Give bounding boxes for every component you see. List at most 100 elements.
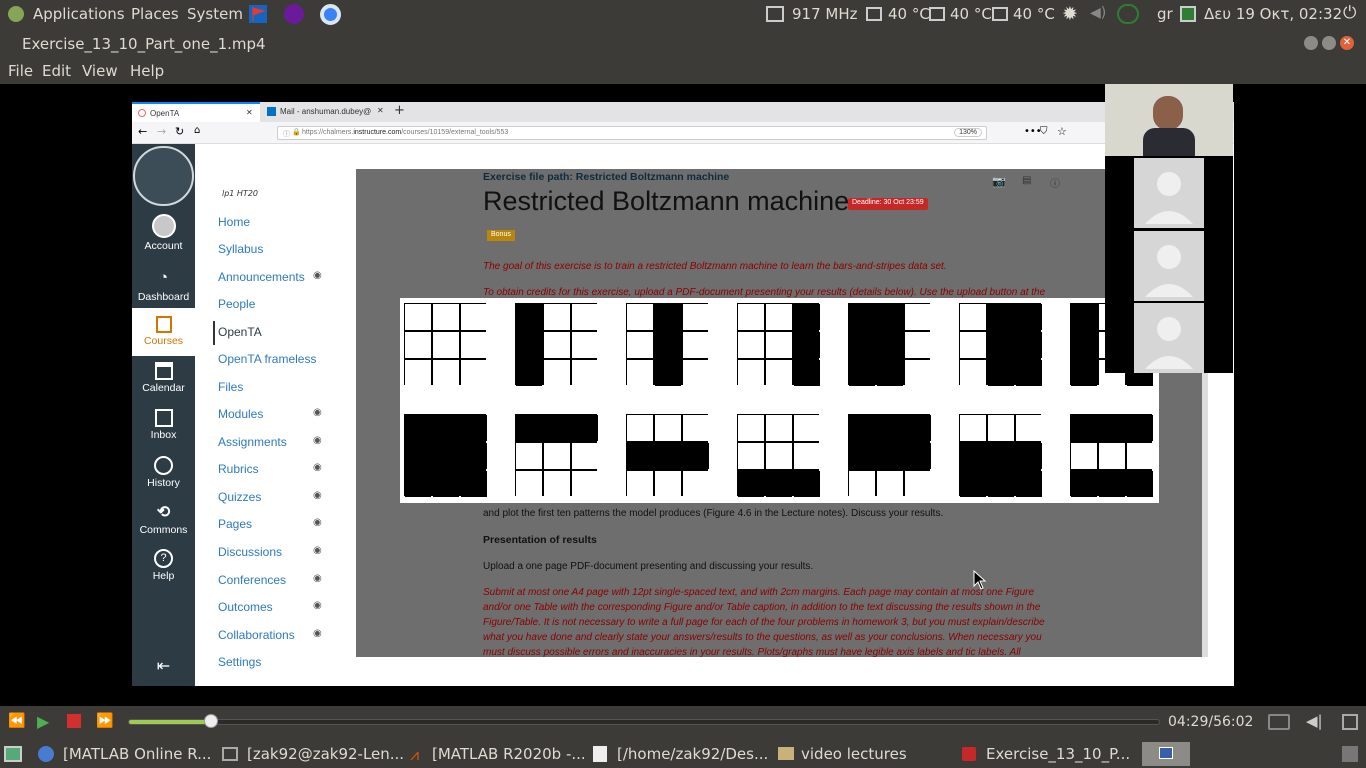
tab-mail[interactable]: Mail - anshuman.dubey@ ✕ <box>262 102 390 122</box>
trash-icon[interactable] <box>1342 746 1358 762</box>
bookmark-star-icon[interactable]: ☆ <box>1057 125 1067 138</box>
pattern-cell <box>461 471 487 497</box>
close-button[interactable]: ✕ <box>1340 36 1354 50</box>
submit-text-2: and/or one Table with the corresponding … <box>483 602 1041 613</box>
taskbar: [MATLAB Online R... [zak92@zak92-Len... … <box>0 740 1366 768</box>
course-nav-collaborations[interactable]: Collaborations <box>218 628 295 642</box>
workspace-switcher[interactable] <box>1142 742 1190 766</box>
pdf-icon[interactable]: ▤ <box>1022 175 1031 186</box>
places-menu[interactable]: Places <box>131 5 179 23</box>
menu-help[interactable]: Help <box>130 62 164 80</box>
course-nav-rubrics[interactable]: Rubrics <box>218 462 259 476</box>
zoom-level[interactable]: 130% <box>954 128 982 137</box>
play-icon[interactable]: ▶ <box>37 712 49 731</box>
url-host: instructure.com <box>353 129 402 136</box>
clock[interactable]: Δευ 19 Οκτ, 02:32 <box>1204 5 1342 23</box>
help-circle-icon[interactable]: ⓘ <box>1050 175 1060 190</box>
exercise-path[interactable]: Exercise file path: Restricted Boltzmann… <box>483 171 729 183</box>
course-nav-pages[interactable]: Pages <box>218 517 252 531</box>
pattern-cell <box>627 471 653 497</box>
menu-view[interactable]: View <box>82 62 118 80</box>
course-nav-files[interactable]: Files <box>218 380 243 394</box>
nav-help[interactable]: ? Help <box>132 549 195 582</box>
taskbar-item-exercise-video[interactable]: Exercise_13_10_P... <box>986 745 1130 763</box>
nav-dashboard[interactable]: ◔ Dashboard <box>132 269 195 303</box>
pattern-cell <box>1071 332 1097 358</box>
app-launcher-icon[interactable] <box>249 5 267 23</box>
camera-icon[interactable]: 📷 <box>992 175 1006 188</box>
pattern-cell <box>433 360 459 386</box>
stop-icon[interactable] <box>67 714 81 728</box>
network-icon[interactable] <box>1117 4 1139 24</box>
fullscreen-icon[interactable] <box>1268 714 1290 730</box>
webcam-feed <box>1105 84 1233 156</box>
course-nav-home[interactable]: Home <box>218 215 250 229</box>
course-nav-settings[interactable]: Settings <box>218 655 261 669</box>
pocket-icon[interactable]: ⛉ <box>1040 126 1048 137</box>
course-nav-quizzes[interactable]: Quizzes <box>218 490 261 504</box>
brightness-icon[interactable]: ✹ <box>1062 3 1078 25</box>
volume-icon[interactable]: ◀) <box>1090 5 1106 21</box>
keyboard-layout[interactable]: gr <box>1157 5 1173 23</box>
nav-calendar[interactable]: Calendar <box>132 362 195 394</box>
power-icon[interactable]: ⏻ <box>1343 3 1356 23</box>
maximize-button[interactable] <box>1322 36 1336 50</box>
course-nav-openta[interactable]: OpenTA <box>218 325 262 339</box>
new-tab-icon[interactable]: + <box>394 103 405 118</box>
pattern-cell <box>405 471 431 497</box>
tab-openta[interactable]: OpenTA ✕ <box>132 102 260 122</box>
pattern-cell <box>461 443 487 469</box>
podcast-launcher-icon[interactable] <box>284 4 304 24</box>
playlist-icon[interactable] <box>1342 714 1358 730</box>
rewind-icon[interactable]: ⏪ <box>8 713 25 729</box>
taskbar-item-matlab-online[interactable]: [MATLAB Online R... <box>63 745 211 763</box>
nav-account[interactable]: Account <box>132 214 195 252</box>
course-nav-announcements[interactable]: Announcements <box>218 270 305 284</box>
pattern-cell <box>794 471 820 497</box>
university-logo[interactable] <box>133 146 194 206</box>
menu-edit[interactable]: Edit <box>42 62 71 80</box>
course-nav-discussions[interactable]: Discussions <box>218 545 282 559</box>
browser-tabstrip: OpenTA ✕ Mail - anshuman.dubey@ ✕ + <box>132 102 1234 122</box>
course-nav-outcomes[interactable]: Outcomes <box>218 600 273 614</box>
course-nav-openta-frameless[interactable]: OpenTA frameless <box>218 352 316 366</box>
home-icon[interactable]: ⌂ <box>194 125 200 136</box>
submit-text-4: what you have done and clearly state you… <box>483 632 1042 643</box>
monitor-icon[interactable] <box>1180 6 1196 22</box>
menu-file[interactable]: File <box>8 62 33 80</box>
system-menu[interactable]: System <box>187 5 243 23</box>
back-icon[interactable]: ← <box>138 125 147 138</box>
top-panel: Applications Places System 917 MHz 40 °C… <box>0 0 1366 29</box>
pattern-cell <box>849 304 875 330</box>
gnome-foot-icon[interactable] <box>8 6 24 22</box>
collapse-nav-icon[interactable]: ⇤ <box>132 656 195 676</box>
course-nav-modules[interactable]: Modules <box>218 407 263 421</box>
seek-handle[interactable] <box>204 714 219 728</box>
volume-control-icon[interactable]: ◀| <box>1306 712 1323 730</box>
applications-menu[interactable]: Applications <box>33 5 125 23</box>
forward-icon[interactable]: → <box>157 125 166 138</box>
minimize-button[interactable] <box>1304 36 1318 50</box>
pattern-cell <box>738 415 764 441</box>
nav-history[interactable]: History <box>132 456 195 489</box>
seek-bar[interactable] <box>128 714 1160 728</box>
pattern-cell <box>544 304 570 330</box>
nav-inbox[interactable]: Inbox <box>132 409 195 441</box>
course-nav-conferences[interactable]: Conferences <box>218 573 286 587</box>
show-desktop-icon[interactable] <box>4 746 22 762</box>
taskbar-item-matlab-r2020b[interactable]: [MATLAB R2020b -... <box>432 745 586 763</box>
close-tab-icon[interactable]: ✕ <box>377 106 384 115</box>
reload-icon[interactable]: ↻ <box>175 125 184 138</box>
taskbar-item-terminal[interactable]: [zak92@zak92-Len... <box>247 745 404 763</box>
nav-courses[interactable]: Courses <box>132 308 195 356</box>
chromium-launcher-icon[interactable] <box>320 4 341 25</box>
nav-commons[interactable]: ⟲ Commons <box>132 502 195 536</box>
fast-forward-icon[interactable]: ⏩ <box>96 713 113 729</box>
url-field[interactable]: ⓘ 🔒 https://chalmers.instructure.com/cou… <box>277 126 987 140</box>
close-tab-icon[interactable]: ✕ <box>246 108 253 117</box>
taskbar-item-editor[interactable]: [/home/zak92/Des... <box>617 745 768 763</box>
course-nav-assignments[interactable]: Assignments <box>218 435 287 449</box>
course-nav-syllabus[interactable]: Syllabus <box>218 242 263 256</box>
course-nav-people[interactable]: People <box>218 297 255 311</box>
taskbar-item-video-lectures[interactable]: video lectures <box>801 745 907 763</box>
